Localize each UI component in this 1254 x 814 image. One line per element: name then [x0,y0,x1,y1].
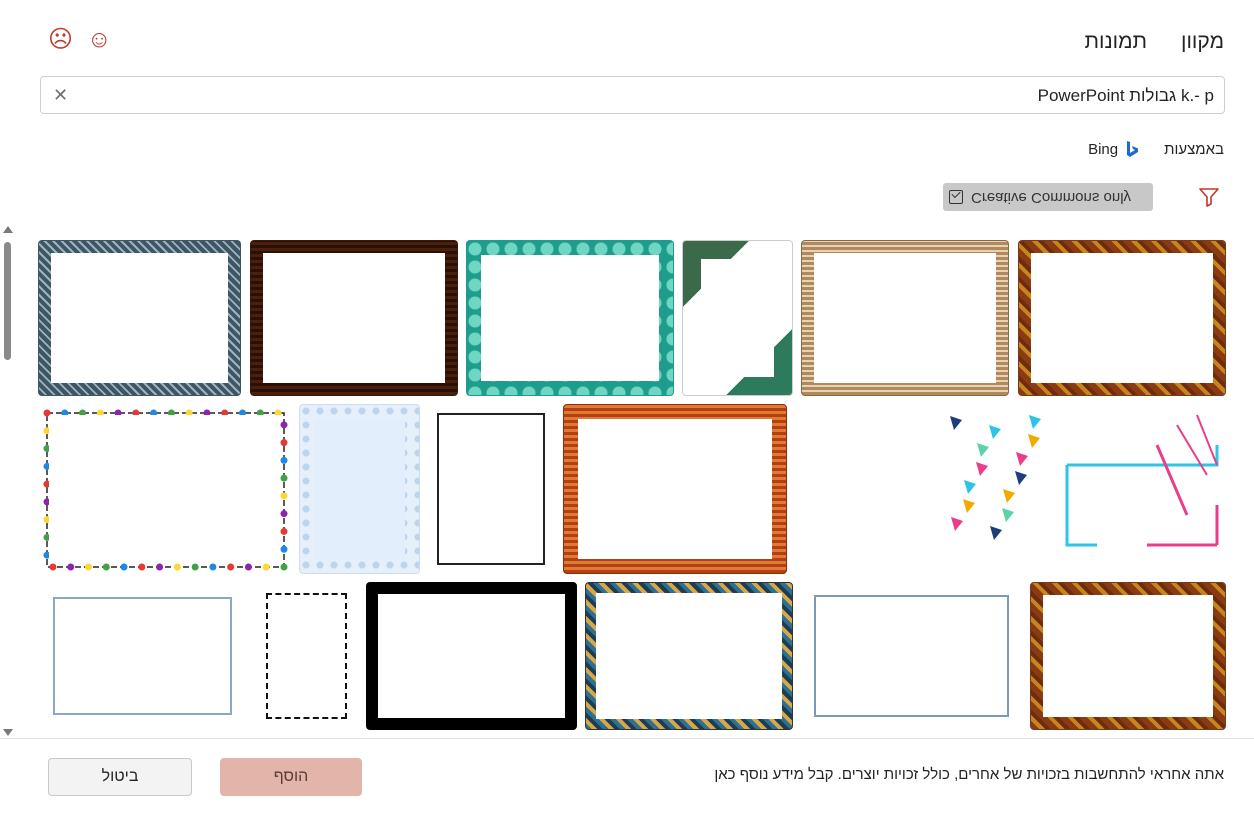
frame-inner-area [814,595,1009,717]
frame-inner-area [51,253,228,383]
frame-inner-area [1043,595,1213,717]
scroll-down-icon[interactable] [3,729,13,736]
result-thumbnail-autumn-leaf-frame-2[interactable] [1030,582,1226,730]
frame-inner-area [701,259,774,377]
frame-inner-area [266,593,347,719]
frame-inner-area [437,413,545,565]
clear-icon[interactable]: ✕ [53,85,68,106]
result-thumbnail-black-flourish-frame[interactable] [255,582,358,730]
creative-commons-filter[interactable]: Creative Commons only [943,183,1153,211]
result-thumbnail-mosaic-tile-frame[interactable] [585,582,793,730]
result-thumbnail-black-corner-ornament-frame[interactable] [428,404,554,574]
result-thumbnail-neon-lines-frame[interactable] [1056,404,1227,574]
tab-online[interactable]: מקוון [1181,30,1224,54]
search-box: ✕ [40,76,1225,114]
neon-lines-graphic [1065,414,1219,547]
copyright-notice[interactable]: אתה אחראי להתחשבות בזכויות של אחרים, כול… [714,766,1224,783]
frown-icon[interactable]: ☹ [48,28,73,52]
filter-icon[interactable] [1198,186,1220,208]
frame-inner-area [53,597,232,715]
frame-inner-area [1031,253,1213,383]
bing-logo-icon [1127,141,1139,157]
frame-inner-area [314,419,405,559]
frame-inner-area [378,594,565,718]
creative-commons-label: Creative Commons only [971,188,1132,206]
scroll-thumb[interactable] [4,242,11,360]
result-thumbnail-gold-leaf-frame[interactable] [1018,240,1226,396]
result-thumbnail-green-geometric-frame[interactable] [682,240,793,396]
frame-inner-area [481,255,659,381]
confetti-graphic [950,415,1041,540]
cancel-button[interactable]: ביטול [48,758,192,796]
source-tabs: מקוון תמונות [1084,30,1224,54]
result-thumbnail-dark-wood-frame[interactable] [250,240,458,396]
frame-inner-area [578,419,772,559]
checkbox-checked-icon[interactable] [949,190,963,204]
frame-inner-area [596,593,782,719]
powered-by-label: באמצעות [1164,140,1224,158]
result-thumbnail-black-lattice-frame[interactable] [366,582,577,730]
result-thumbnail-christmas-lights-frame[interactable] [38,404,291,574]
feedback-group: ☹ ☺ [48,28,112,52]
powered-by: באמצעות Bing [1088,140,1224,158]
search-input[interactable] [104,83,1214,109]
insert-button[interactable]: הוסף [220,758,362,796]
result-thumbnail-slate-stone-frame[interactable] [38,240,241,396]
result-thumbnail-blue-floral-frame[interactable] [299,404,420,574]
results-scrollbar[interactable] [2,226,14,736]
results-grid [38,240,1228,740]
result-thumbnail-tan-wood-frame[interactable] [801,240,1009,396]
tab-pictures[interactable]: תמונות [1084,30,1147,54]
footer-divider [0,738,1254,739]
frame-inner-area [49,415,280,563]
smile-icon[interactable]: ☺ [87,28,112,52]
result-thumbnail-thin-blue-floral-frame[interactable] [801,582,1022,730]
scroll-up-icon[interactable] [3,226,13,233]
frame-inner-area [263,253,445,383]
frame-inner-area [814,253,996,383]
bing-brand: Bing [1088,140,1140,158]
result-thumbnail-teal-bubble-frame[interactable] [466,240,674,396]
result-thumbnail-blue-diamond-frame[interactable] [38,582,247,730]
result-thumbnail-confetti-triangles-frame[interactable] [795,404,1048,574]
bing-label: Bing [1088,140,1119,158]
result-thumbnail-orange-wood-frame[interactable] [563,404,787,574]
